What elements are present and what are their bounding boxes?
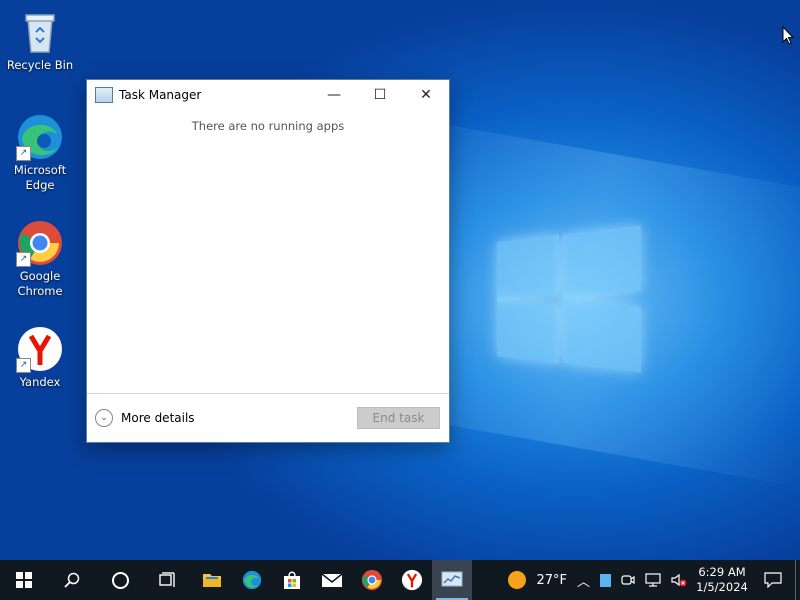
sun-icon	[508, 571, 527, 589]
window-title: Task Manager	[119, 88, 202, 102]
task-manager-window: Task Manager — ☐ ✕ There are no running …	[86, 79, 450, 443]
recycle-bin-label: Recycle Bin	[6, 58, 74, 72]
start-button[interactable]	[0, 560, 48, 600]
end-task-button[interactable]: End task	[357, 407, 440, 429]
edge-icon: ↗	[16, 113, 64, 161]
edge-icon	[242, 570, 262, 590]
chrome-label-line2: Chrome	[17, 284, 63, 298]
recycle-bin-icon	[16, 8, 64, 56]
yandex-icon: ↗	[16, 325, 64, 373]
edge-label-line1: Microsoft	[13, 163, 67, 177]
tray-app-icon[interactable]	[600, 573, 611, 587]
desktop-icon-yandex[interactable]: ↗ Yandex	[0, 325, 80, 390]
taskbar-mail[interactable]	[312, 560, 352, 600]
shortcut-arrow-icon: ↗	[16, 252, 31, 267]
clock-date: 1/5/2024	[696, 580, 748, 594]
store-icon	[284, 571, 300, 589]
weather-temperature: 27°F	[536, 572, 567, 588]
minimize-button[interactable]: —	[311, 80, 357, 110]
desktop-icon-recycle-bin[interactable]: Recycle Bin	[0, 8, 80, 73]
taskbar-yandex[interactable]	[392, 560, 432, 600]
search-button[interactable]	[48, 560, 96, 600]
shortcut-arrow-icon: ↗	[16, 146, 31, 161]
maximize-button[interactable]: ☐	[357, 80, 403, 110]
network-icon[interactable]	[645, 573, 661, 587]
show-desktop-button[interactable]	[795, 560, 800, 600]
taskbar-task-manager[interactable]	[432, 560, 472, 600]
taskbar-chrome[interactable]	[352, 560, 392, 600]
chrome-icon	[361, 569, 383, 591]
windows-start-icon	[16, 572, 32, 588]
clock[interactable]: 6:29 AM 1/5/2024	[693, 565, 751, 595]
more-details-link[interactable]: More details	[121, 411, 357, 425]
taskbar-file-explorer[interactable]	[192, 560, 232, 600]
meet-now-icon[interactable]	[621, 573, 635, 587]
chrome-icon: ↗	[16, 219, 64, 267]
clock-time: 6:29 AM	[698, 565, 746, 579]
cortana-button[interactable]	[96, 560, 144, 600]
close-button[interactable]: ✕	[403, 80, 449, 110]
yandex-label: Yandex	[19, 375, 61, 389]
no-running-apps-message: There are no running apps	[191, 119, 345, 133]
window-footer: ⌄ More details End task	[87, 393, 449, 442]
cortana-icon	[111, 571, 129, 589]
task-manager-icon	[441, 571, 463, 587]
task-view-icon	[159, 572, 175, 587]
taskbar: 27°F ︿ 6:29 AM 1/5/2024	[0, 560, 800, 600]
shortcut-arrow-icon: ↗	[16, 358, 31, 373]
windows-logo-wallpaper	[497, 225, 643, 374]
notifications-button[interactable]	[751, 560, 795, 600]
mail-icon	[321, 573, 343, 587]
search-icon	[64, 572, 80, 588]
yandex-icon	[401, 569, 423, 591]
task-view-button[interactable]	[144, 560, 192, 600]
folder-icon	[203, 574, 221, 587]
weather-widget[interactable]: 27°F	[508, 560, 567, 600]
taskbar-edge[interactable]	[232, 560, 272, 600]
volume-muted-icon[interactable]	[671, 573, 687, 587]
edge-label-line2: Edge	[25, 178, 55, 192]
chrome-label-line1: Google	[19, 269, 61, 283]
title-bar[interactable]: Task Manager — ☐ ✕	[87, 80, 449, 110]
mouse-cursor-icon	[782, 26, 794, 45]
desktop-icon-google-chrome[interactable]: ↗ Google Chrome	[0, 219, 80, 299]
chevron-up-icon[interactable]: ︿	[577, 571, 590, 590]
task-manager-app-icon	[95, 87, 113, 103]
desktop-icon-microsoft-edge[interactable]: ↗ Microsoft Edge	[0, 113, 80, 193]
chevron-down-icon[interactable]: ⌄	[95, 409, 113, 427]
notification-icon	[764, 572, 782, 588]
taskbar-microsoft-store[interactable]	[272, 560, 312, 600]
